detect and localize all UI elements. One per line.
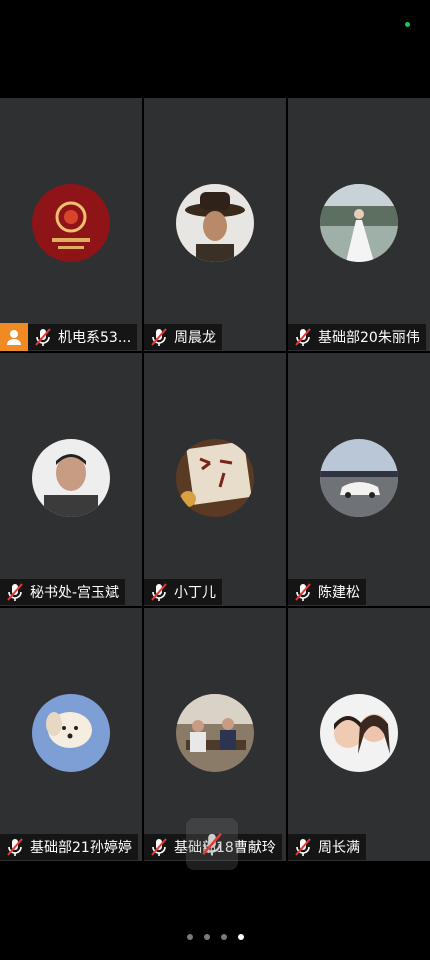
mother-child-avatar [320,694,398,772]
bride-avatar [320,184,398,262]
participant-label: 基础部21孙婷婷 [0,834,138,860]
calligraphy-avatar [176,439,254,517]
mic-muted-icon [7,583,23,601]
office-avatar [176,694,254,772]
participant-tile[interactable]: 机电系53... [0,98,142,351]
participant-label: 机电系53... [28,324,138,350]
participant-label: 周长满 [288,834,366,860]
mic-muted-icon [295,838,311,856]
page-dot[interactable] [203,934,210,940]
participant-name: 周晨龙 [174,330,216,346]
participant-tile[interactable]: 陈建松 [288,353,430,606]
page-dot[interactable] [186,934,193,940]
participant-label: 小丁儿 [144,579,222,605]
red-lion-avatar [32,184,110,262]
participant-grid: 机电系53... 周晨龙 基础部20朱丽伟 秘书处-宫玉斌 小丁儿 陈建松 基础… [0,98,430,861]
white-car-avatar [320,439,398,517]
participant-name: 陈建松 [318,585,360,601]
participant-tile[interactable]: 小丁儿 [144,353,286,606]
host-icon [0,323,28,351]
participant-tile[interactable]: 周晨龙 [144,98,286,351]
participant-name: 周长满 [318,840,360,856]
page-dot-active[interactable] [237,934,244,940]
participant-label: 陈建松 [288,579,366,605]
floating-mic-muted-button[interactable] [186,818,238,870]
participant-tile[interactable]: 基础部21孙婷婷 [0,608,142,861]
page-indicator[interactable] [0,934,430,940]
page-dot[interactable] [220,934,227,940]
cowboy-avatar [176,184,254,262]
participant-label: 基础部20朱丽伟 [288,324,426,350]
participant-tile[interactable]: 秘书处-宫玉斌 [0,353,142,606]
participant-name: 机电系53... [58,330,132,346]
mic-muted-icon [151,583,167,601]
participant-name: 小丁儿 [174,585,216,601]
mic-muted-icon [7,838,23,856]
participant-tile[interactable]: 周长满 [288,608,430,861]
participant-label: 周晨龙 [144,324,222,350]
mic-muted-icon [35,328,51,346]
mic-muted-icon [151,328,167,346]
status-indicator [405,22,410,27]
mic-muted-icon [295,328,311,346]
mic-muted-icon [202,832,222,856]
participant-name: 基础部20朱丽伟 [318,330,420,346]
man-selfie-avatar [32,439,110,517]
mic-muted-icon [151,838,167,856]
white-dog-avatar [32,694,110,772]
mic-muted-icon [295,583,311,601]
participant-tile[interactable]: 基础部20朱丽伟 [288,98,430,351]
participant-name: 基础部21孙婷婷 [30,840,132,856]
participant-name: 秘书处-宫玉斌 [30,585,120,601]
participant-label: 秘书处-宫玉斌 [0,579,126,605]
